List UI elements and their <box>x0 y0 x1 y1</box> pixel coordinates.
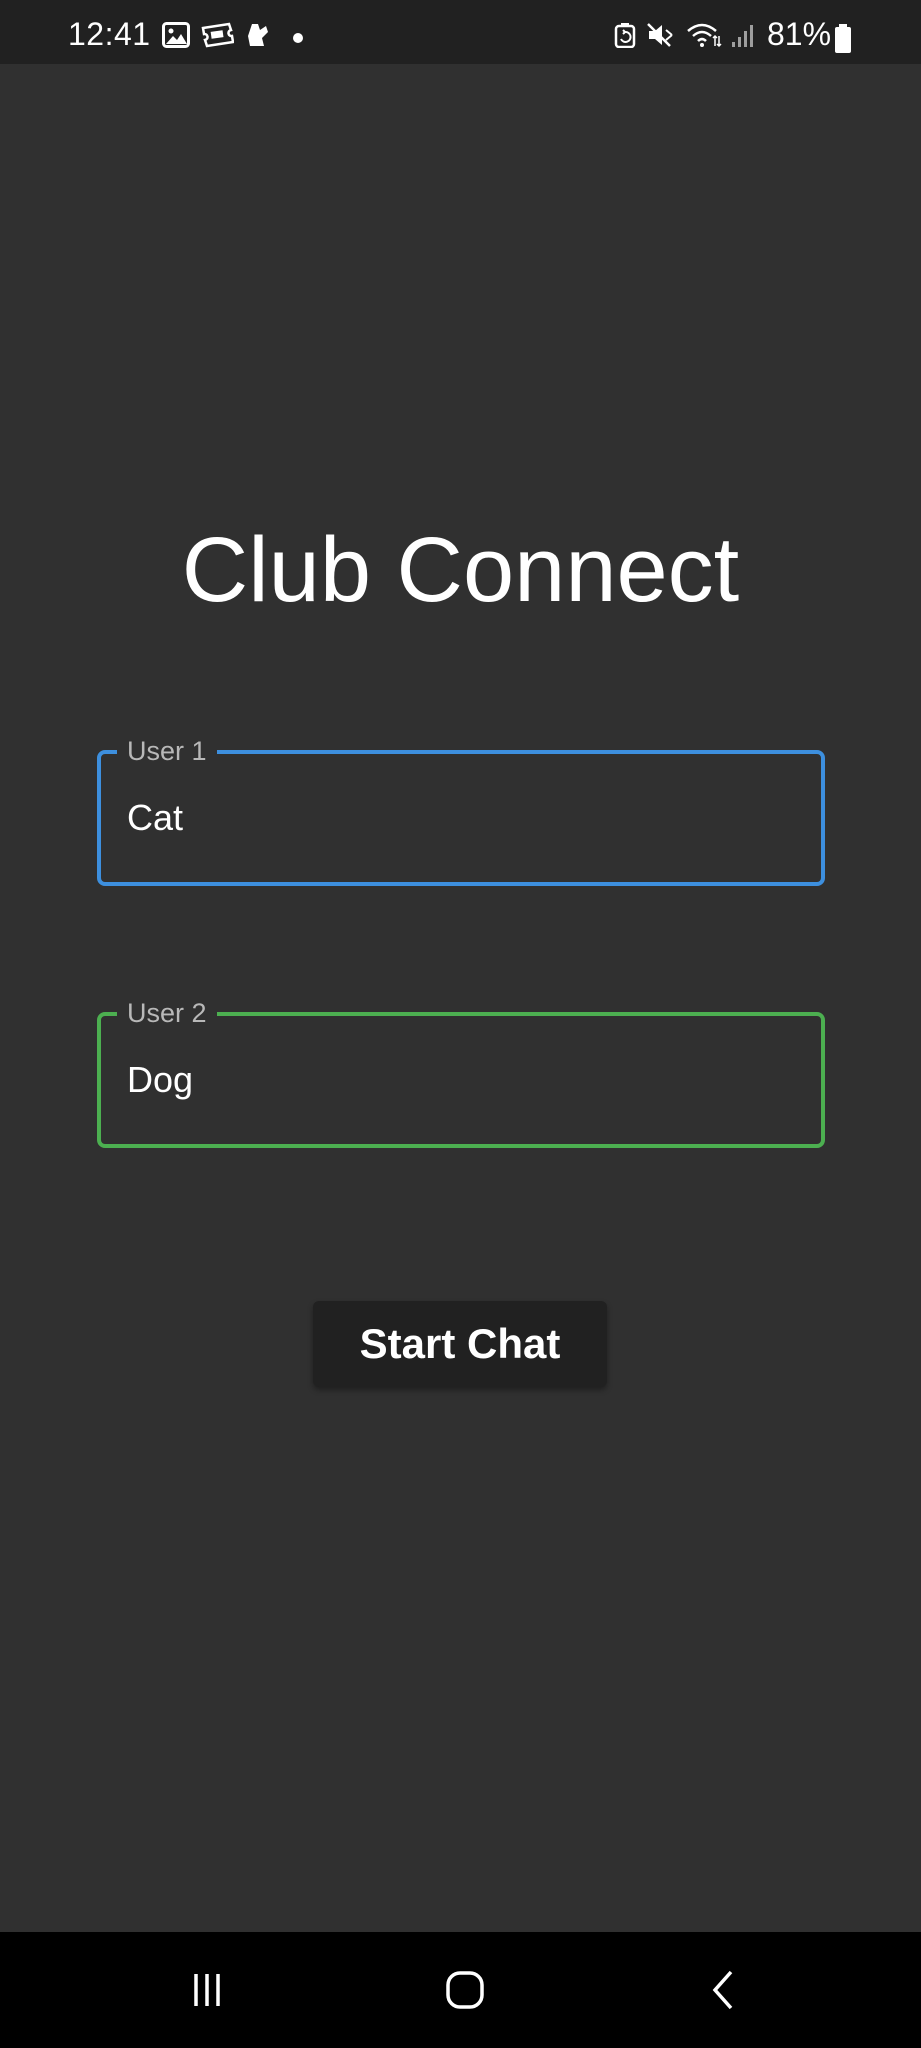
mute-icon <box>647 23 673 47</box>
dot-icon <box>293 33 303 43</box>
signal-icon <box>732 25 753 47</box>
delivery-icon <box>248 24 268 46</box>
status-bar: 12:41 81% <box>0 0 921 64</box>
recent-apps-icon <box>194 1974 220 2006</box>
status-time: 12:41 <box>68 16 151 52</box>
wifi-icon <box>687 23 722 48</box>
ticket-icon <box>201 22 234 48</box>
back-icon <box>712 1970 733 2010</box>
battery-icon <box>835 24 851 53</box>
battery-percentage: 81% <box>767 16 832 52</box>
user1-input[interactable] <box>127 794 787 842</box>
app-screen: 12:41 81% Club Connect User 1 Cat User 2… <box>0 0 921 2048</box>
gallery-icon <box>162 22 190 48</box>
user2-input[interactable] <box>127 1056 787 1104</box>
battery-saver-icon <box>614 23 636 48</box>
user2-label: User 2 <box>117 996 217 1030</box>
user1-field[interactable]: User 1 <box>97 734 825 886</box>
user1-label: User 1 <box>117 734 217 768</box>
recent-apps-button[interactable] <box>167 1960 247 2020</box>
navigation-bar <box>0 1932 921 2048</box>
home-button[interactable] <box>425 1960 505 2020</box>
back-button[interactable] <box>683 1960 763 2020</box>
user2-field[interactable]: User 2 <box>97 996 825 1148</box>
start-chat-button[interactable]: Start Chat <box>313 1301 607 1387</box>
page-title: Club Connect <box>181 519 740 621</box>
home-icon <box>446 1971 484 2009</box>
